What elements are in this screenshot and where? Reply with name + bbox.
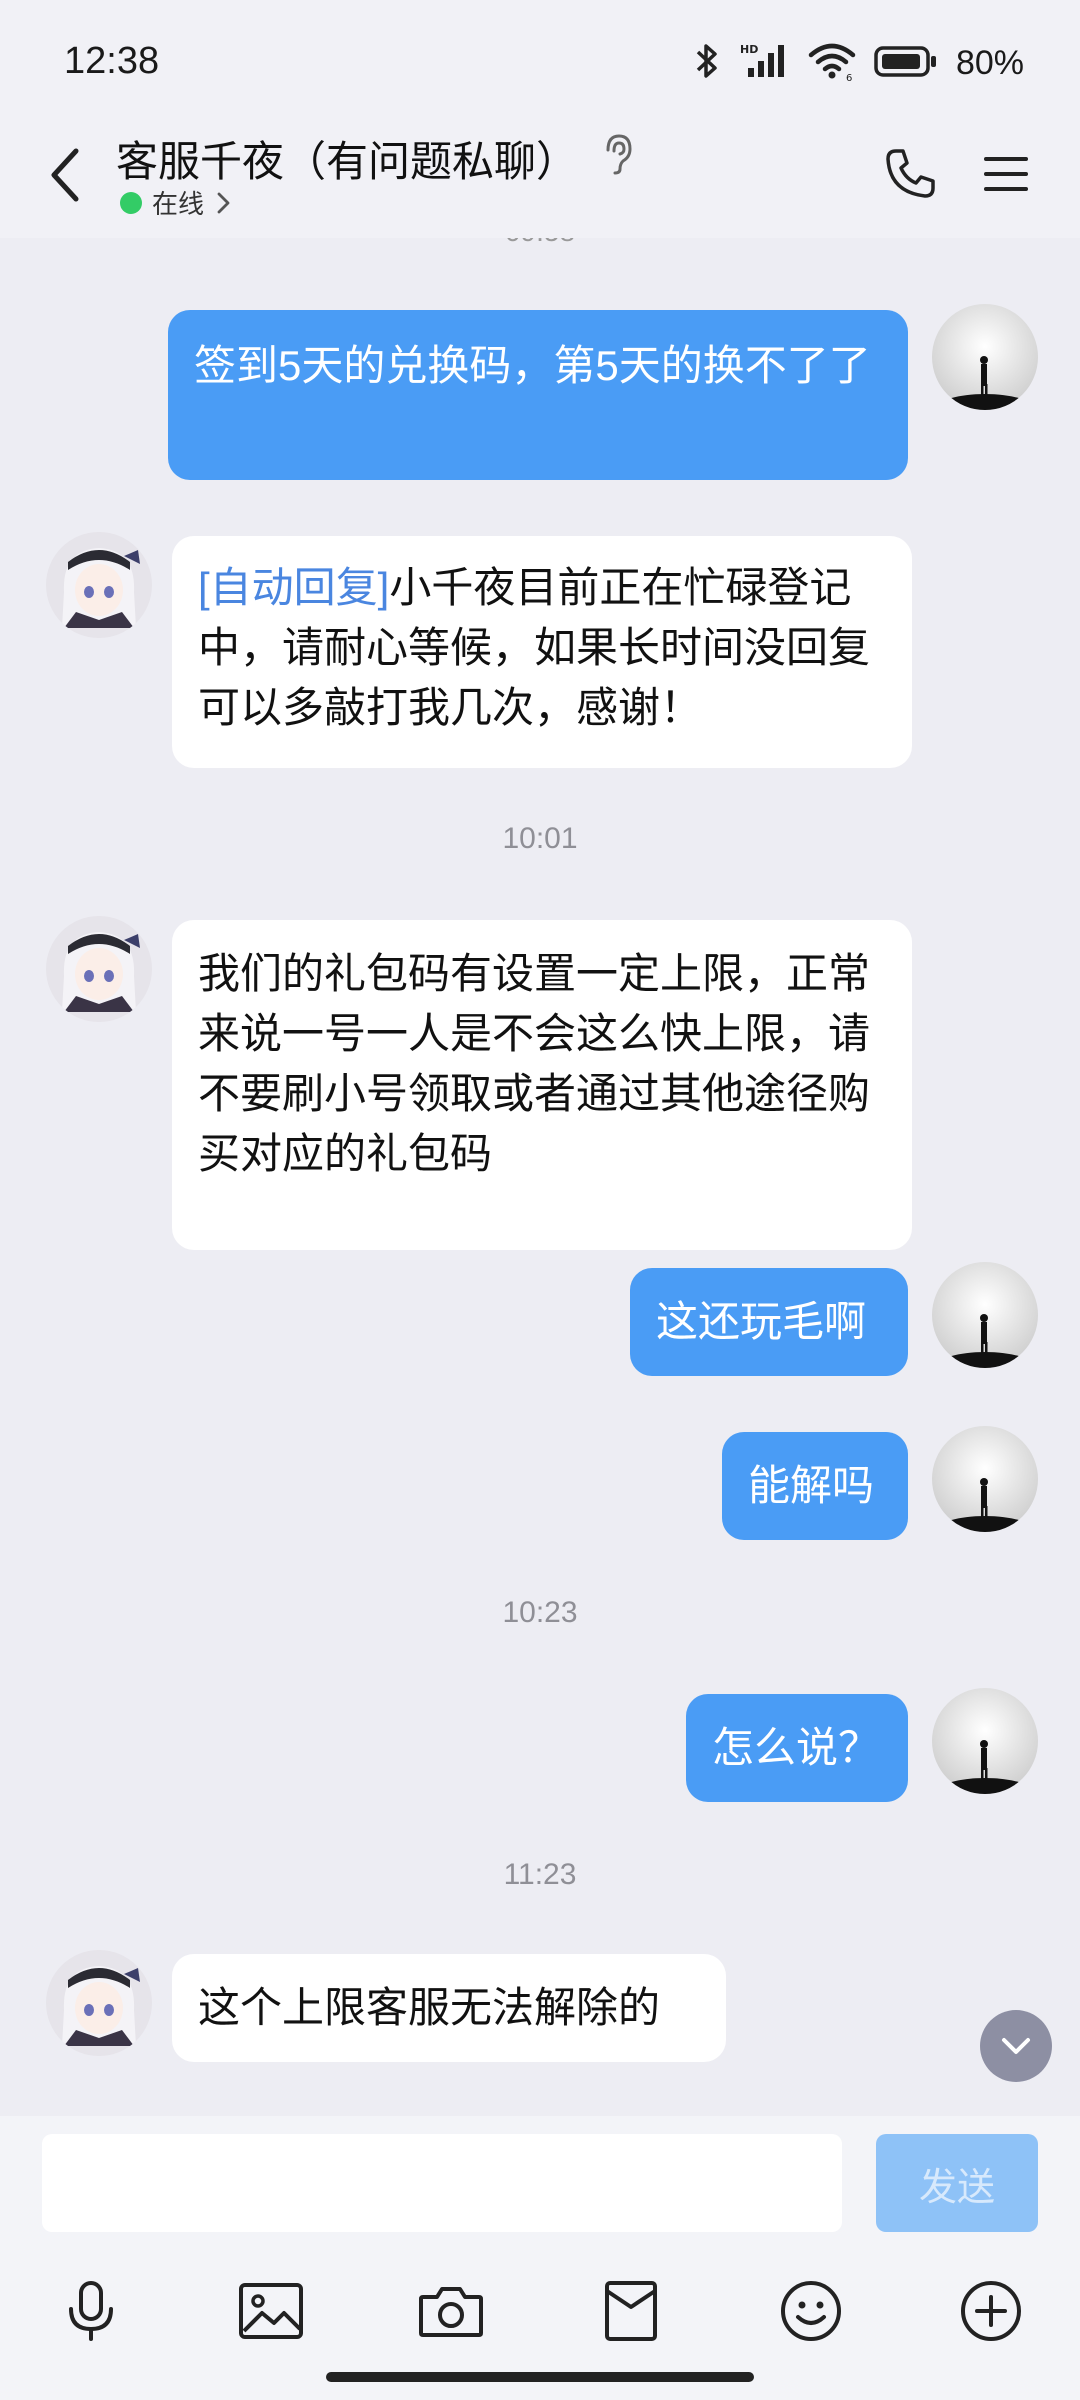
microphone-icon: [69, 2281, 113, 2341]
image-icon: [239, 2283, 303, 2339]
call-button[interactable]: [878, 142, 942, 206]
timestamp: 11:23: [503, 1858, 577, 1891]
message-bubble-other[interactable]: 我们的礼包码有设置一定上限，正常来说一号一人是不会这么快上限，请不要刷小号领取或…: [172, 920, 912, 1250]
message-input[interactable]: [42, 2134, 842, 2232]
more-button[interactable]: [946, 2266, 1036, 2356]
image-button[interactable]: [226, 2266, 316, 2356]
send-button[interactable]: 发送: [876, 2134, 1038, 2232]
timestamp: 10:23: [502, 1596, 578, 1629]
online-text: 在线: [152, 189, 205, 219]
bluetooth-icon: [692, 41, 722, 86]
phone-icon: [886, 149, 935, 198]
status-time: 12:38: [64, 40, 160, 82]
wifi-icon: 6: [808, 41, 856, 86]
message-text: 签到5天的兑换码，第5天的换不了了: [194, 342, 871, 389]
message-bubble-other[interactable]: [自动回复]小千夜目前正在忙碌登记中，请耐心等候，如果长时间没回复可以多敲打我几…: [172, 536, 912, 768]
svg-text:6: 6: [846, 73, 852, 81]
message-bubble-self[interactable]: 能解吗: [722, 1432, 908, 1540]
ear-icon[interactable]: [598, 132, 638, 181]
chat-header: 客服千夜（有问题私聊） 在线: [0, 120, 1080, 238]
svg-text:HD: HD: [740, 43, 758, 56]
message-text: 这还玩毛啊: [656, 1298, 867, 1345]
red-packet-icon: [605, 2281, 657, 2341]
status-bar: 12:38 HD 6 80%: [0, 0, 1080, 120]
menu-icon: [984, 157, 1028, 191]
camera-icon: [419, 2287, 483, 2337]
chat-area[interactable]: 09:58 签到5天的兑换码，第5天的换不了了 [自动回复]小千夜目前正在忙: [0, 238, 1080, 2116]
red-packet-button[interactable]: [586, 2266, 676, 2356]
message-text: 怎么说？: [712, 1724, 881, 1771]
contact-avatar[interactable]: [46, 1950, 152, 2056]
message-text: 这个上限客服无法解除的: [198, 1984, 661, 2031]
timestamp: 09:58: [0, 238, 1080, 248]
voice-button[interactable]: [46, 2266, 136, 2356]
chat-title[interactable]: 客服千夜（有问题私聊）: [116, 128, 578, 189]
emoji-icon: [781, 2281, 841, 2341]
message-text: 能解吗: [748, 1462, 875, 1509]
timestamp: 10:01: [502, 822, 578, 855]
auto-reply-tag: [自动回复]: [198, 564, 390, 611]
contact-avatar[interactable]: [46, 916, 152, 1022]
battery-icon: [874, 41, 938, 86]
chevron-down-icon: [1002, 2038, 1030, 2054]
my-avatar[interactable]: [932, 304, 1038, 410]
signal-hd-icon: HD: [740, 41, 790, 86]
chevron-right-icon: [217, 192, 230, 213]
message-bubble-self[interactable]: 怎么说？: [686, 1694, 908, 1802]
back-button[interactable]: [36, 140, 96, 210]
menu-button[interactable]: [974, 142, 1038, 206]
message-bubble-other[interactable]: 这个上限客服无法解除的: [172, 1954, 726, 2062]
home-indicator[interactable]: [326, 2372, 754, 2382]
message-bubble-self[interactable]: 签到5天的兑换码，第5天的换不了了: [168, 310, 908, 480]
back-icon: [51, 148, 79, 202]
message-text: 我们的礼包码有设置一定上限，正常来说一号一人是不会这么快上限，请不要刷小号领取或…: [198, 950, 871, 1177]
plus-icon: [961, 2281, 1021, 2341]
my-avatar[interactable]: [932, 1688, 1038, 1794]
input-bar: 发送: [0, 2116, 1080, 2400]
input-toolbar: [0, 2266, 1080, 2366]
my-avatar[interactable]: [932, 1426, 1038, 1532]
scroll-down-button[interactable]: [980, 2010, 1052, 2082]
online-dot: [120, 191, 142, 214]
emoji-button[interactable]: [766, 2266, 856, 2356]
camera-button[interactable]: [406, 2266, 496, 2356]
message-bubble-self[interactable]: 这还玩毛啊: [630, 1268, 908, 1376]
status-icons: HD 6 80%: [692, 38, 1024, 88]
my-avatar[interactable]: [932, 1262, 1038, 1368]
battery-percentage: 80%: [955, 43, 1024, 82]
online-status[interactable]: 在线: [120, 184, 234, 221]
contact-avatar[interactable]: [46, 532, 152, 638]
